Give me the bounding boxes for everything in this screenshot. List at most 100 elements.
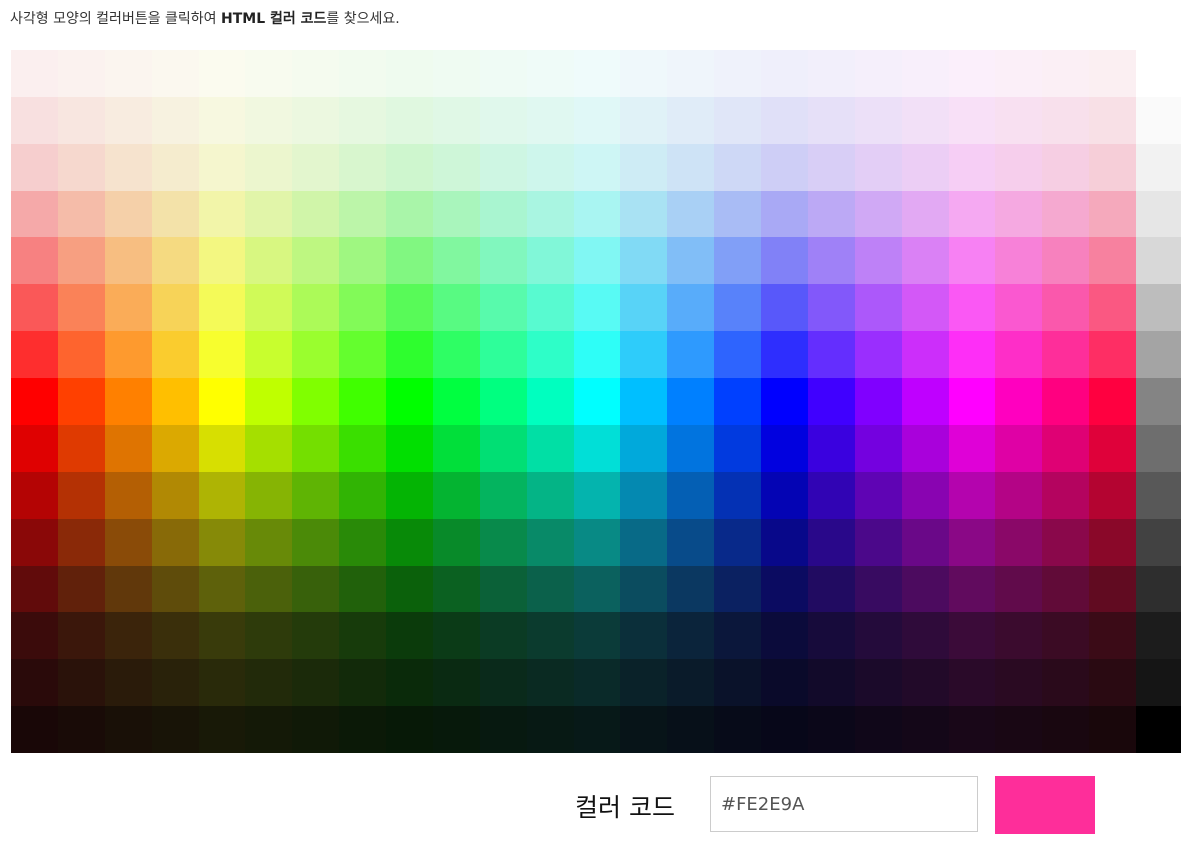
- color-swatch[interactable]: [198, 237, 246, 285]
- color-swatch[interactable]: [526, 659, 574, 707]
- color-swatch[interactable]: [11, 518, 58, 566]
- color-swatch[interactable]: [292, 565, 340, 613]
- color-swatch[interactable]: [1089, 518, 1136, 566]
- color-swatch[interactable]: [432, 471, 480, 519]
- color-swatch[interactable]: [198, 50, 246, 97]
- color-swatch[interactable]: [104, 190, 152, 238]
- color-swatch[interactable]: [1042, 237, 1090, 285]
- color-swatch[interactable]: [11, 424, 58, 472]
- color-swatch[interactable]: [854, 237, 902, 285]
- color-swatch[interactable]: [151, 331, 199, 379]
- color-swatch[interactable]: [807, 378, 855, 425]
- color-swatch[interactable]: [1136, 96, 1181, 144]
- color-swatch[interactable]: [714, 612, 761, 660]
- color-swatch[interactable]: [761, 424, 808, 472]
- color-swatch[interactable]: [620, 237, 668, 285]
- color-swatch[interactable]: [1042, 612, 1090, 660]
- color-swatch[interactable]: [995, 659, 1043, 707]
- color-swatch[interactable]: [1089, 237, 1136, 285]
- color-swatch[interactable]: [479, 565, 527, 613]
- color-swatch[interactable]: [198, 565, 246, 613]
- color-swatch[interactable]: [807, 190, 855, 238]
- color-swatch[interactable]: [57, 143, 105, 191]
- color-swatch[interactable]: [667, 659, 715, 707]
- color-swatch[interactable]: [479, 50, 527, 97]
- color-swatch[interactable]: [573, 331, 621, 379]
- color-swatch[interactable]: [948, 96, 996, 144]
- color-swatch[interactable]: [339, 331, 386, 379]
- color-swatch[interactable]: [104, 143, 152, 191]
- color-swatch[interactable]: [1042, 424, 1090, 472]
- color-swatch[interactable]: [620, 96, 668, 144]
- color-swatch[interactable]: [620, 284, 668, 332]
- color-swatch[interactable]: [292, 471, 340, 519]
- color-swatch[interactable]: [667, 378, 715, 425]
- color-swatch[interactable]: [854, 518, 902, 566]
- color-swatch[interactable]: [620, 612, 668, 660]
- color-swatch[interactable]: [901, 331, 949, 379]
- color-swatch[interactable]: [667, 424, 715, 472]
- color-swatch[interactable]: [714, 237, 761, 285]
- color-swatch[interactable]: [245, 331, 293, 379]
- color-swatch[interactable]: [11, 378, 58, 425]
- color-swatch[interactable]: [667, 143, 715, 191]
- color-swatch[interactable]: [995, 96, 1043, 144]
- color-swatch[interactable]: [245, 565, 293, 613]
- color-swatch[interactable]: [1042, 565, 1090, 613]
- color-swatch[interactable]: [1042, 706, 1090, 753]
- color-swatch[interactable]: [761, 50, 808, 97]
- color-swatch[interactable]: [526, 565, 574, 613]
- color-swatch[interactable]: [667, 518, 715, 566]
- color-swatch[interactable]: [667, 565, 715, 613]
- color-swatch[interactable]: [807, 50, 855, 97]
- color-swatch[interactable]: [1089, 659, 1136, 707]
- color-swatch[interactable]: [151, 706, 199, 753]
- color-swatch[interactable]: [292, 190, 340, 238]
- color-swatch[interactable]: [198, 612, 246, 660]
- color-swatch[interactable]: [1136, 471, 1181, 519]
- color-swatch[interactable]: [292, 96, 340, 144]
- color-swatch[interactable]: [854, 378, 902, 425]
- color-swatch[interactable]: [854, 424, 902, 472]
- color-swatch[interactable]: [57, 659, 105, 707]
- color-swatch[interactable]: [526, 284, 574, 332]
- color-swatch[interactable]: [807, 96, 855, 144]
- color-swatch[interactable]: [432, 424, 480, 472]
- color-swatch[interactable]: [714, 378, 761, 425]
- color-swatch[interactable]: [386, 471, 433, 519]
- color-swatch[interactable]: [104, 565, 152, 613]
- color-swatch[interactable]: [1136, 143, 1181, 191]
- color-swatch[interactable]: [386, 706, 433, 753]
- color-swatch[interactable]: [292, 659, 340, 707]
- color-swatch[interactable]: [11, 284, 58, 332]
- color-swatch[interactable]: [432, 565, 480, 613]
- color-swatch[interactable]: [995, 50, 1043, 97]
- color-swatch[interactable]: [386, 190, 433, 238]
- color-swatch[interactable]: [901, 237, 949, 285]
- color-swatch[interactable]: [573, 612, 621, 660]
- color-swatch[interactable]: [104, 706, 152, 753]
- color-swatch[interactable]: [573, 424, 621, 472]
- color-swatch[interactable]: [995, 378, 1043, 425]
- color-swatch[interactable]: [292, 706, 340, 753]
- color-swatch[interactable]: [854, 565, 902, 613]
- color-swatch[interactable]: [948, 331, 996, 379]
- color-swatch[interactable]: [1042, 50, 1090, 97]
- color-swatch[interactable]: [151, 565, 199, 613]
- color-swatch[interactable]: [386, 284, 433, 332]
- color-swatch[interactable]: [104, 471, 152, 519]
- color-swatch[interactable]: [245, 143, 293, 191]
- color-swatch[interactable]: [1089, 706, 1136, 753]
- color-swatch[interactable]: [620, 424, 668, 472]
- color-swatch[interactable]: [807, 284, 855, 332]
- color-swatch[interactable]: [1136, 518, 1181, 566]
- color-swatch[interactable]: [573, 378, 621, 425]
- color-swatch[interactable]: [854, 50, 902, 97]
- color-swatch[interactable]: [948, 237, 996, 285]
- color-swatch[interactable]: [1089, 471, 1136, 519]
- color-swatch[interactable]: [901, 190, 949, 238]
- color-swatch[interactable]: [104, 237, 152, 285]
- color-swatch[interactable]: [1136, 284, 1181, 332]
- color-swatch[interactable]: [714, 50, 761, 97]
- color-swatch[interactable]: [245, 190, 293, 238]
